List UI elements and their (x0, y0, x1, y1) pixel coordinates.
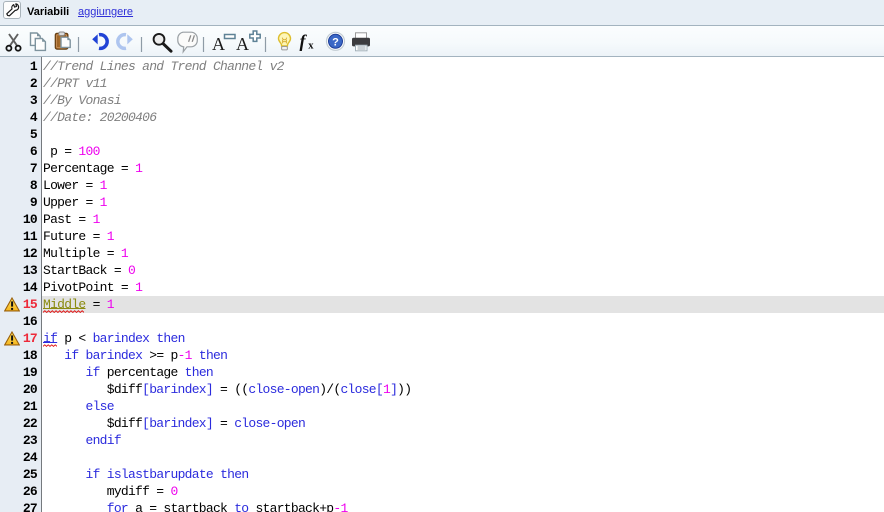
svg-text:x: x (308, 41, 314, 52)
svg-text:?: ? (332, 36, 339, 48)
svg-text:A: A (212, 34, 225, 54)
svg-text:f: f (300, 31, 308, 51)
svg-text:A: A (236, 34, 249, 54)
